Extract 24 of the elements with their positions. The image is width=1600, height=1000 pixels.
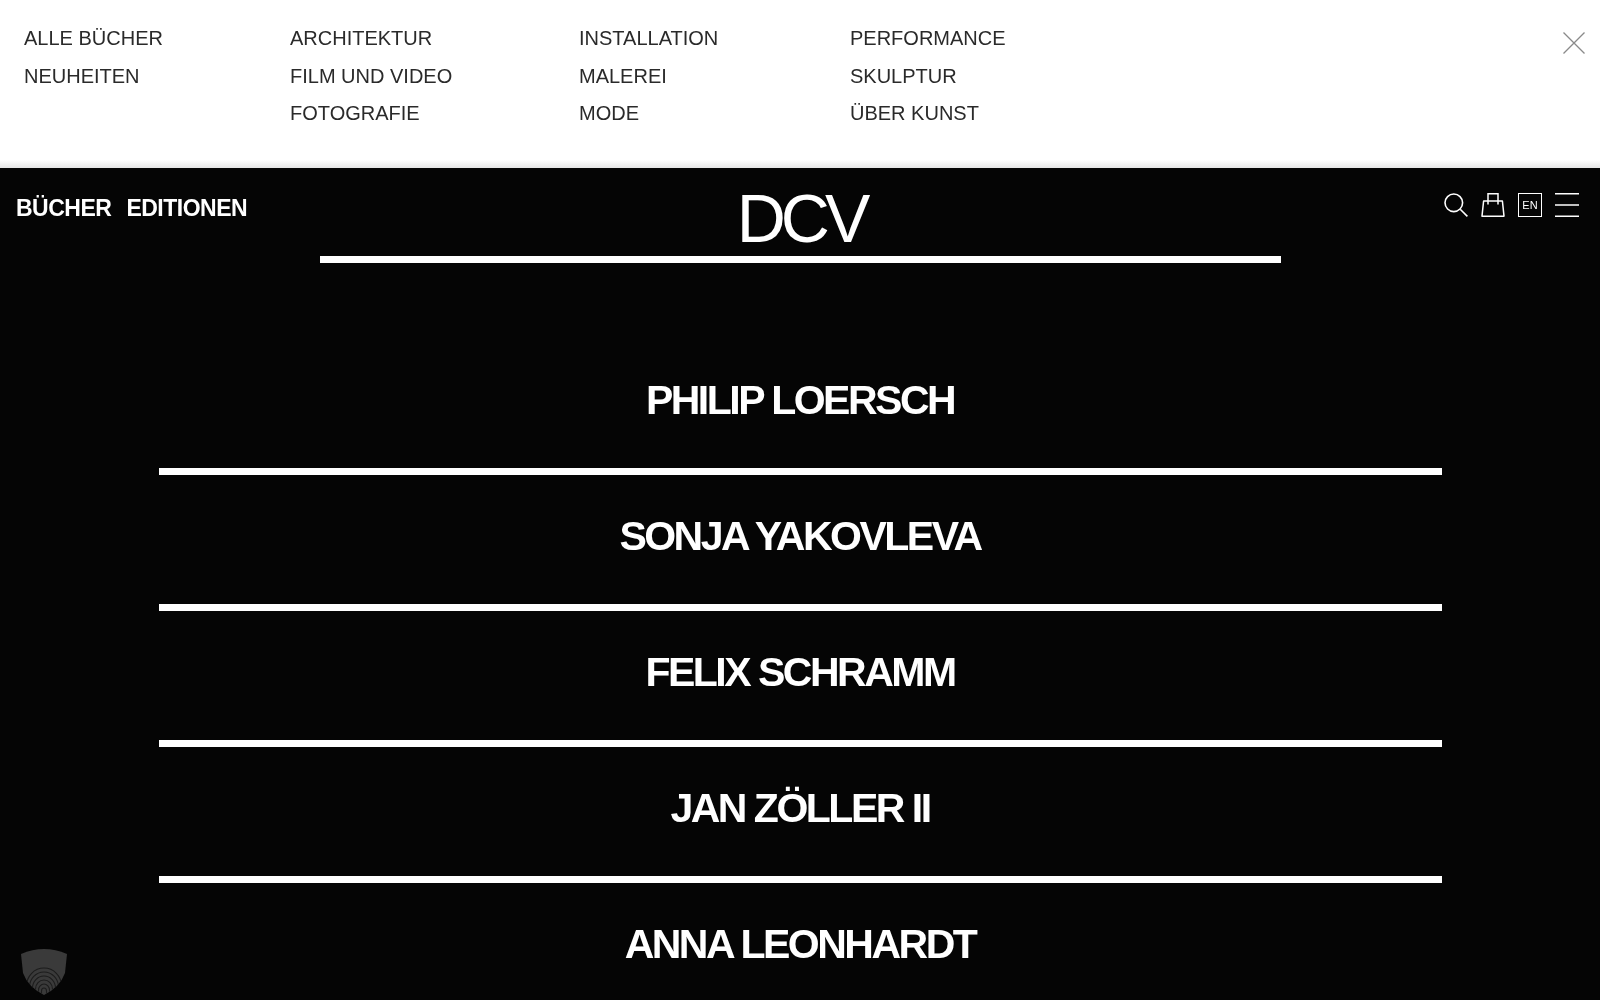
nav-link[interactable]: EDITIONEN <box>126 196 248 220</box>
artist-link[interactable]: ANNA LEONHARDT <box>624 919 976 969</box>
category-link[interactable]: MODE <box>579 102 639 124</box>
search-icon[interactable] <box>1444 193 1468 217</box>
artist-link[interactable]: FELIX SCHRAMM <box>645 647 955 697</box>
category-link[interactable]: FOTOGRAFIE <box>290 102 420 124</box>
category-link[interactable]: PERFORMANCE <box>850 27 1006 49</box>
category-link[interactable]: ARCHITEKTUR <box>290 27 433 49</box>
language-button[interactable]: EN <box>1518 193 1542 217</box>
nav-link[interactable]: BÜCHER <box>16 196 112 220</box>
category-link[interactable]: INSTALLATION <box>579 27 719 49</box>
category-link[interactable]: SKULPTUR <box>850 64 957 87</box>
category-link[interactable]: NEUHEITEN <box>24 64 140 87</box>
artist-link[interactable]: PHILIP LOERSCH <box>645 375 955 425</box>
category-link[interactable]: MALEREI <box>579 64 667 87</box>
category-link[interactable]: FILM UND VIDEO <box>290 64 453 87</box>
close-icon[interactable] <box>1563 32 1585 54</box>
menu-icon[interactable] <box>1555 193 1579 217</box>
site-logo[interactable]: DCV <box>734 184 866 252</box>
artist-link[interactable]: SONJA YAKOVLEVA <box>619 511 981 561</box>
shopping-bag-icon[interactable] <box>1481 193 1505 217</box>
artist-link[interactable]: JAN ZÖLLER II <box>670 783 930 833</box>
category-link[interactable]: ÜBER KUNST <box>850 102 979 124</box>
category-link[interactable]: ALLE BÜCHER <box>24 27 163 49</box>
